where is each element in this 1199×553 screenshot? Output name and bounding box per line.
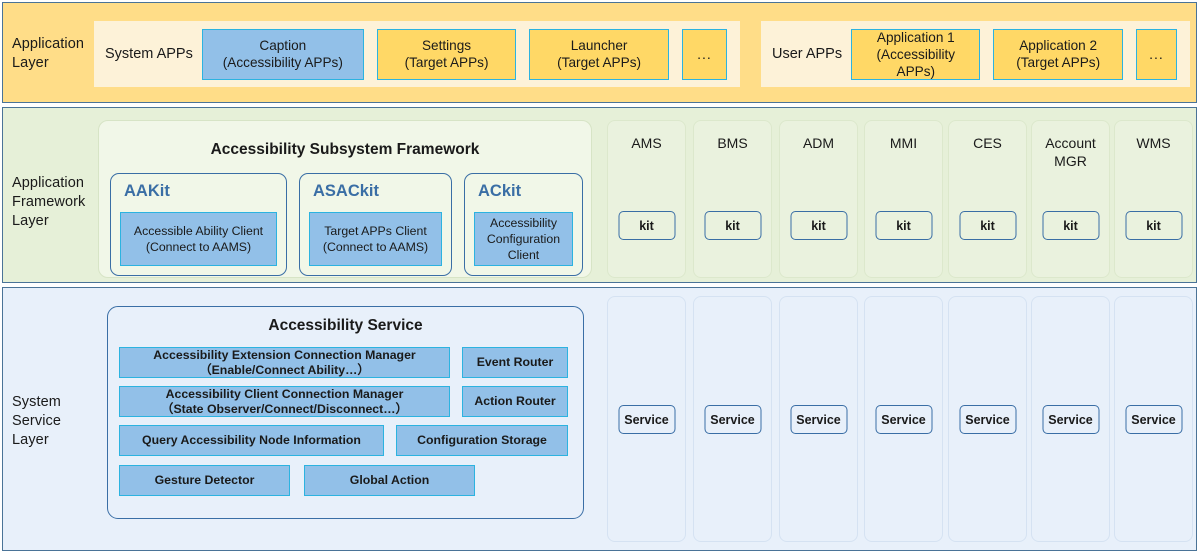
service-item-event-router[interactable]: Event Router — [462, 347, 568, 378]
framework-kit-ams[interactable]: kit — [618, 211, 675, 240]
framework-column-wms-title: WMS — [1115, 134, 1192, 152]
framework-column-mmi-title: MMI — [865, 134, 942, 152]
framework-column-ces-title: CES — [949, 134, 1026, 152]
service-box-ams[interactable]: Service — [618, 405, 675, 434]
kit-card-ackit-client: Accessibility Configuration Client — [474, 212, 573, 266]
framework-column-ams-title: AMS — [608, 134, 685, 152]
system-service-layer-label: System Service Layer — [12, 393, 61, 450]
service-column-wms: Service — [1114, 296, 1193, 542]
framework-column-ces: CES kit — [948, 120, 1027, 278]
service-column-account-mgr: Service — [1031, 296, 1110, 542]
service-column-ams: Service — [607, 296, 686, 542]
application-framework-layer-label: Application Framework Layer — [12, 174, 85, 231]
kit-card-aakit-client: Accessible Ability Client (Connect to AA… — [120, 212, 277, 266]
system-apps-caption: System APPs — [94, 46, 202, 62]
service-item-global-action[interactable]: Global Action — [304, 465, 475, 496]
kit-card-aakit[interactable]: AAKit Accessible Ability Client (Connect… — [110, 173, 287, 276]
application-layer-band: Application Layer System APPs Caption (A… — [2, 2, 1197, 103]
app-box-user-more[interactable]: ... — [1136, 29, 1177, 80]
kit-card-asackit-client: Target APPs Client (Connect to AAMS) — [309, 212, 442, 266]
framework-column-mmi: MMI kit — [864, 120, 943, 278]
accessibility-service-title: Accessibility Service — [108, 317, 583, 335]
service-box-account-mgr[interactable]: Service — [1042, 405, 1099, 434]
kit-card-aakit-title: AAKit — [124, 182, 170, 201]
framework-column-adm-title: ADM — [780, 134, 857, 152]
app-box-launcher[interactable]: Launcher (Target APPs) — [529, 29, 669, 80]
application-layer-label: Application Layer — [12, 35, 84, 73]
framework-kit-mmi[interactable]: kit — [875, 211, 932, 240]
service-item-query-node-information[interactable]: Query Accessibility Node Information — [119, 425, 384, 456]
service-column-ces: Service — [948, 296, 1027, 542]
app-box-system-more[interactable]: ... — [682, 29, 727, 80]
framework-column-ams: AMS kit — [607, 120, 686, 278]
app-box-application-1[interactable]: Application 1 (Accessibility APPs) — [851, 29, 980, 80]
service-item-gesture-detector[interactable]: Gesture Detector — [119, 465, 290, 496]
accessibility-service-box: Accessibility Service Accessibility Exte… — [107, 306, 584, 519]
framework-kit-ces[interactable]: kit — [959, 211, 1016, 240]
service-item-configuration-storage[interactable]: Configuration Storage — [396, 425, 568, 456]
framework-column-account-mgr-title: Account MGR — [1032, 134, 1109, 170]
system-service-layer-band: System Service Layer Accessibility Servi… — [2, 287, 1197, 551]
user-apps-panel: User APPs Application 1 (Accessibility A… — [761, 21, 1190, 87]
framework-column-bms: BMS kit — [693, 120, 772, 278]
kit-card-asackit[interactable]: ASACkit Target APPs Client (Connect to A… — [299, 173, 452, 276]
user-apps-caption: User APPs — [761, 46, 851, 62]
service-box-bms[interactable]: Service — [704, 405, 761, 434]
framework-kit-wms[interactable]: kit — [1125, 211, 1182, 240]
service-item-action-router[interactable]: Action Router — [462, 386, 568, 417]
framework-column-account-mgr: Account MGR kit — [1031, 120, 1110, 278]
service-item-extension-connection-manager[interactable]: Accessibility Extension Connection Manag… — [119, 347, 450, 378]
app-box-caption[interactable]: Caption (Accessibility APPs) — [202, 29, 364, 80]
framework-kit-account-mgr[interactable]: kit — [1042, 211, 1099, 240]
app-box-settings[interactable]: Settings (Target APPs) — [377, 29, 517, 80]
framework-kit-bms[interactable]: kit — [704, 211, 761, 240]
kit-card-ackit-title: ACkit — [478, 182, 521, 201]
framework-kit-adm[interactable]: kit — [790, 211, 847, 240]
service-box-wms[interactable]: Service — [1125, 405, 1182, 434]
framework-column-adm: ADM kit — [779, 120, 858, 278]
service-column-bms: Service — [693, 296, 772, 542]
service-box-adm[interactable]: Service — [790, 405, 847, 434]
app-box-application-2[interactable]: Application 2 (Target APPs) — [993, 29, 1122, 80]
kit-card-asackit-title: ASACkit — [313, 182, 379, 201]
framework-column-wms: WMS kit — [1114, 120, 1193, 278]
service-item-client-connection-manager[interactable]: Accessibility Client Connection Manager … — [119, 386, 450, 417]
accessibility-subsystem-framework-title: Accessibility Subsystem Framework — [99, 141, 591, 159]
service-column-adm: Service — [779, 296, 858, 542]
service-box-mmi[interactable]: Service — [875, 405, 932, 434]
accessibility-subsystem-framework: Accessibility Subsystem Framework AAKit … — [98, 120, 592, 278]
service-column-mmi: Service — [864, 296, 943, 542]
kit-card-ackit[interactable]: ACkit Accessibility Configuration Client — [464, 173, 583, 276]
service-box-ces[interactable]: Service — [959, 405, 1016, 434]
framework-column-bms-title: BMS — [694, 134, 771, 152]
application-framework-layer-band: Application Framework Layer Accessibilit… — [2, 107, 1197, 283]
system-apps-panel: System APPs Caption (Accessibility APPs)… — [94, 21, 740, 87]
architecture-diagram: Application Layer System APPs Caption (A… — [0, 0, 1199, 553]
